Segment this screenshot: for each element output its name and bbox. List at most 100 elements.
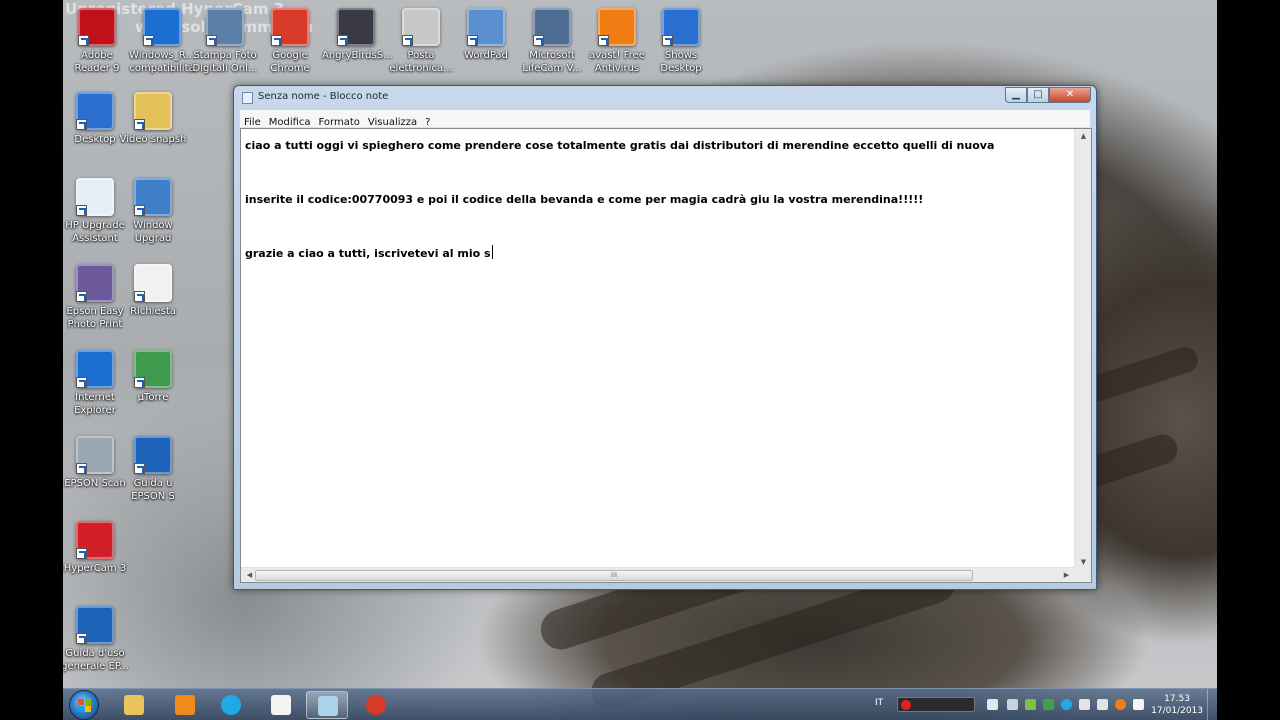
photo-print-icon — [206, 8, 244, 46]
desktop-icon-second_column_icons-2[interactable]: Richiesta — [119, 264, 187, 318]
shortcut-arrow-icon — [76, 119, 87, 130]
epson-photo-icon — [76, 264, 114, 302]
desktop-icon-top_icons-1[interactable]: Windows_R... compatibilità — [128, 8, 196, 75]
windows-logo-icon — [78, 699, 91, 712]
desktop-icon-top_icons-7[interactable]: Microsoft LifeCam V... — [518, 8, 586, 75]
taskbar-item-notepad[interactable] — [306, 691, 348, 719]
desktop-icon-label: Google Chrome — [270, 50, 310, 74]
shortcut-arrow-icon — [134, 377, 145, 388]
language-indicator[interactable]: IT — [875, 698, 883, 708]
desktop-icon-label: Guida u EPSON S — [131, 478, 175, 502]
horizontal-scroll-thumb[interactable]: III — [255, 570, 973, 581]
window-title: Senza nome - Blocco note — [258, 91, 389, 102]
vertical-scrollbar[interactable]: ▲ ▼ — [1074, 129, 1091, 569]
show-desktop-button[interactable] — [1207, 689, 1217, 720]
hypercam-recorder-bar[interactable] — [897, 697, 975, 712]
start-button[interactable] — [69, 690, 99, 720]
desktop-icon-left_icons-5[interactable]: HyperCam 3 — [63, 521, 129, 575]
avast-tray-icon[interactable] — [1115, 699, 1126, 710]
shortcut-arrow-icon — [467, 35, 478, 46]
shortcut-arrow-icon — [134, 463, 145, 474]
taskbar-item-explorer[interactable] — [113, 691, 155, 719]
media-player-icon — [175, 695, 195, 715]
shortcut-arrow-icon — [662, 35, 673, 46]
shortcut-arrow-icon — [598, 35, 609, 46]
shortcut-arrow-icon — [76, 463, 87, 474]
close-button[interactable]: ✕ — [1049, 87, 1091, 103]
volume-muted-icon[interactable] — [1007, 699, 1018, 710]
avast-icon — [598, 8, 636, 46]
record-icon[interactable] — [901, 700, 911, 710]
shortcut-arrow-icon — [533, 35, 544, 46]
notepad-window[interactable]: Senza nome - Blocco note ▁ □ ✕ File Modif… — [233, 85, 1097, 590]
shortcut-arrow-icon — [76, 205, 87, 216]
desktop-icon-second_column_icons-1[interactable]: Window Upgrad — [119, 178, 187, 245]
skype-tray-icon[interactable] — [1061, 699, 1072, 710]
blank-document-icon — [271, 695, 291, 715]
shortcut-arrow-icon — [206, 35, 217, 46]
hp-upgrade-icon — [76, 178, 114, 216]
shortcut-arrow-icon — [76, 377, 87, 388]
battery-icon[interactable] — [1097, 699, 1108, 710]
folder-icon — [124, 695, 144, 715]
signal-icon[interactable] — [1079, 699, 1090, 710]
scroll-down-arrow-icon[interactable]: ▼ — [1075, 558, 1092, 566]
desktop-icon-label: Richiesta — [130, 306, 176, 317]
desktop-icon-top_icons-0[interactable]: Adobe Reader 9 — [63, 8, 131, 75]
desktop-icon-label: Guida d'uso generale EP... — [63, 648, 129, 672]
desktop-icon-top_icons-8[interactable]: avast! Free Antivirus — [583, 8, 651, 75]
epson-guide-icon — [134, 436, 172, 474]
desktop-icon-second_column_icons-0[interactable]: Video snapsh — [119, 92, 187, 146]
angry-birds-icon — [337, 8, 375, 46]
minimize-button[interactable]: ▁ — [1005, 87, 1027, 103]
notepad-icon — [318, 696, 338, 716]
shortcut-arrow-icon — [271, 35, 282, 46]
desktop-icon-label: AngryBirdsS... — [322, 50, 393, 61]
desktop-icon-label: Posta elettronica... — [389, 50, 453, 74]
taskbar-item-media-player[interactable] — [164, 691, 206, 719]
window-titlebar[interactable]: Senza nome - Blocco note ▁ □ ✕ — [234, 86, 1096, 109]
desktop-icon-top_icons-6[interactable]: WordPad — [452, 8, 520, 62]
scroll-up-arrow-icon[interactable]: ▲ — [1075, 132, 1092, 140]
webcam-icon — [533, 8, 571, 46]
tray-app-icon[interactable] — [1025, 699, 1036, 710]
desktop-icon-top_icons-5[interactable]: Posta elettronica... — [387, 8, 455, 75]
desktop-icon-top_icons-4[interactable]: AngryBirdsS... — [322, 8, 393, 62]
taskbar-item-notepad-blank[interactable] — [260, 691, 302, 719]
desktop-icon-label: Microsoft LifeCam V... — [522, 50, 582, 74]
internet-explorer-icon — [143, 8, 181, 46]
action-center-icon[interactable] — [1133, 699, 1144, 710]
taskbar-item-chrome[interactable] — [355, 691, 397, 719]
desktop-icon-label: Windows_R... compatibilità — [129, 50, 195, 74]
taskbar: IT 17.53 17/01/2013 — [63, 688, 1217, 720]
desktop-icon-top_icons-2[interactable]: Stampa Foto Digitali Onl... — [191, 8, 259, 75]
shortcut-arrow-icon — [143, 35, 154, 46]
shortcut-arrow-icon — [337, 35, 348, 46]
horizontal-scrollbar[interactable]: ◀ III ▶ — [241, 567, 1075, 582]
desktop-icon-label: Adobe Reader 9 — [74, 50, 120, 74]
desktop-icon-second_column_icons-3[interactable]: µTorre — [119, 350, 187, 404]
clock[interactable]: 17.53 17/01/2013 — [1151, 693, 1203, 717]
desktop-icon-label: WordPad — [464, 50, 508, 61]
skype-icon — [221, 695, 241, 715]
maximize-button[interactable]: □ — [1027, 87, 1049, 103]
desktop-icon-top_icons-3[interactable]: Google Chrome — [256, 8, 324, 75]
desktop-icon-left_icons-6[interactable]: Guida d'uso generale EP... — [63, 606, 129, 673]
text-line-4 — [245, 213, 1071, 240]
text-line-2 — [245, 159, 1071, 186]
desktop-icon-label: avast! Free Antivirus — [589, 50, 645, 74]
tray-arrow-icon[interactable] — [987, 699, 998, 710]
scroll-right-arrow-icon[interactable]: ▶ — [1058, 571, 1075, 579]
notepad-app-icon[interactable] — [242, 92, 253, 104]
clock-time: 17.53 — [1164, 694, 1190, 704]
internet-explorer-icon — [76, 350, 114, 388]
taskbar-item-skype[interactable] — [210, 691, 252, 719]
text-line-1: ciao a tutti oggi vi spieghero come pren… — [245, 139, 995, 152]
desktop-icon-second_column_icons-4[interactable]: Guida u EPSON S — [119, 436, 187, 503]
desktop-icon-top_icons-9[interactable]: Shows Desktop — [647, 8, 715, 75]
epson-guide-icon — [76, 606, 114, 644]
text-editor[interactable]: ciao a tutti oggi vi spieghero come pren… — [240, 128, 1092, 583]
network-icon[interactable] — [1043, 699, 1054, 710]
text-area[interactable]: ciao a tutti oggi vi spieghero come pren… — [241, 129, 1075, 569]
shortcut-arrow-icon — [134, 119, 145, 130]
